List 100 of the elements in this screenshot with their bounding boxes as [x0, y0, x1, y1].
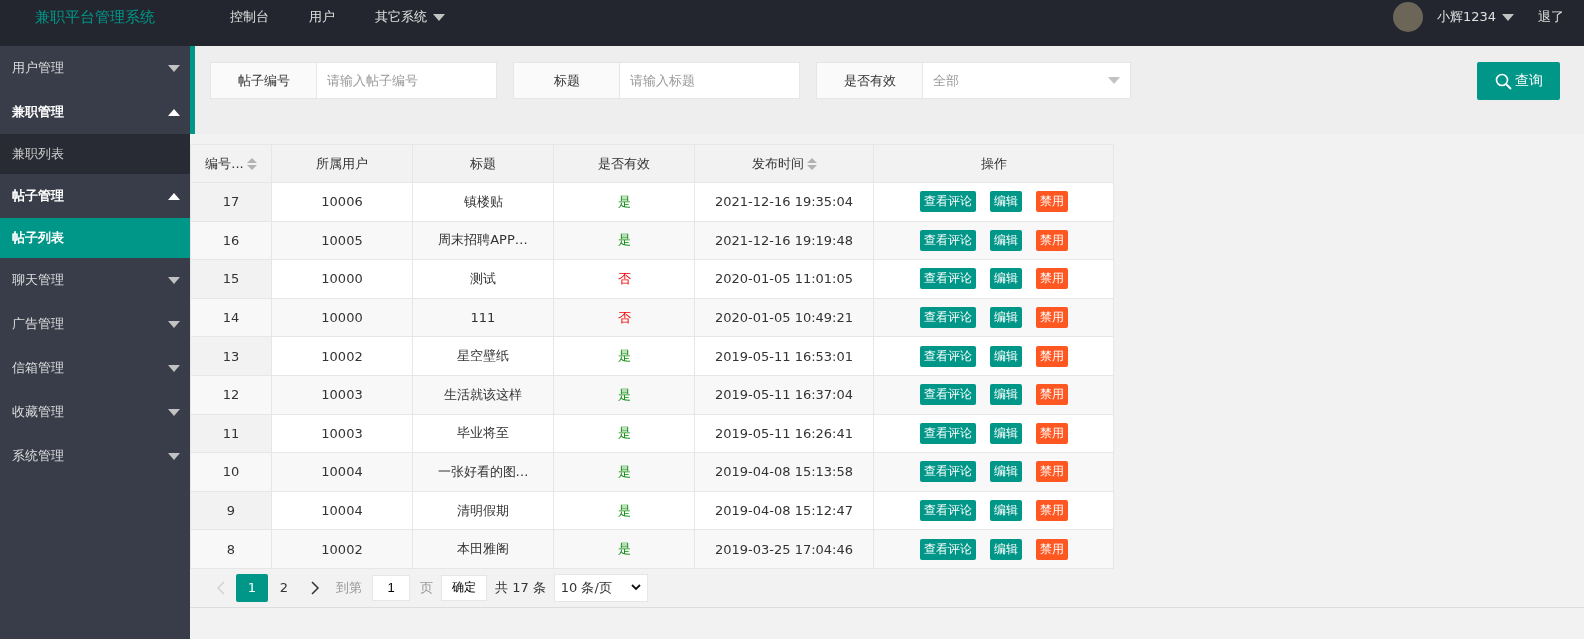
sidebar-group[interactable]: 系统管理: [0, 434, 190, 478]
avatar[interactable]: [1392, 2, 1423, 32]
column-header[interactable]: 操作: [873, 144, 1114, 183]
table-cell: 是: [553, 221, 695, 260]
action-button[interactable]: 编辑: [989, 538, 1022, 560]
action-button[interactable]: 编辑: [989, 268, 1022, 290]
nav-link[interactable]: 控制台: [210, 8, 289, 26]
table-cell: 镇楼贴: [412, 182, 554, 222]
action-button[interactable]: 查看评论: [919, 191, 976, 213]
action-button[interactable]: 禁用: [1035, 461, 1068, 483]
action-button[interactable]: 禁用: [1035, 500, 1068, 522]
sidebar-group[interactable]: 用户管理: [0, 46, 190, 90]
table-cell: 10002: [271, 529, 413, 569]
select-field[interactable]: 全部: [923, 62, 1131, 99]
table-cell: 清明假期: [412, 491, 554, 530]
next-page-icon[interactable]: [310, 580, 320, 595]
page-input[interactable]: 1: [372, 574, 410, 601]
column-header[interactable]: 是否有效: [553, 144, 695, 183]
table-cell: 否: [553, 259, 695, 299]
action-button[interactable]: 编辑: [989, 422, 1022, 444]
chevron-icon: [630, 584, 641, 592]
nav-link[interactable]: 其它系统: [355, 8, 465, 26]
table-cell: 是: [553, 529, 695, 569]
column-header[interactable]: 标题: [412, 144, 554, 183]
input-field[interactable]: 请输入标题: [620, 62, 800, 99]
sidebar-group[interactable]: 兼职管理: [0, 90, 190, 134]
action-button[interactable]: 查看评论: [919, 268, 976, 290]
sidebar-item[interactable]: 帖子列表: [0, 218, 190, 258]
table-cell: 2019-05-11 16:26:41: [694, 414, 874, 453]
sidebar-group[interactable]: 帖子管理: [0, 174, 190, 218]
action-button[interactable]: 禁用: [1035, 345, 1068, 367]
logout-link[interactable]: 退了: [1538, 8, 1564, 26]
page-button[interactable]: 1: [236, 573, 268, 602]
confirm-button[interactable]: 确定: [441, 574, 487, 601]
field-label: 是否有效: [816, 62, 923, 99]
sort-icon: [246, 157, 257, 170]
caret-icon: [168, 408, 180, 416]
table-cell: 16: [190, 221, 272, 260]
action-button[interactable]: 禁用: [1035, 538, 1068, 560]
goto-label: 到第: [336, 578, 362, 597]
table-cell: 否: [553, 298, 695, 337]
action-button[interactable]: 查看评论: [919, 345, 976, 367]
sidebar-group[interactable]: 收藏管理: [0, 390, 190, 434]
sidebar-item[interactable]: 兼职列表: [0, 134, 190, 174]
caret-icon: [168, 192, 180, 200]
action-button[interactable]: 编辑: [989, 461, 1022, 483]
search-button[interactable]: 查询: [1477, 62, 1560, 100]
sidebar-group[interactable]: 广告管理: [0, 302, 190, 346]
action-button[interactable]: 禁用: [1035, 191, 1068, 213]
table-cell: 10004: [271, 491, 413, 530]
field-label: 帖子编号: [210, 62, 317, 99]
column-header[interactable]: 所属用户: [271, 144, 413, 183]
caret-icon: [168, 276, 180, 284]
action-button[interactable]: 编辑: [989, 191, 1022, 213]
column-header[interactable]: 编号...: [190, 144, 272, 183]
action-button[interactable]: 查看评论: [919, 538, 976, 560]
caret-icon: [168, 108, 180, 116]
action-button[interactable]: 编辑: [989, 345, 1022, 367]
action-button[interactable]: 查看评论: [919, 500, 976, 522]
table-cell: 10005: [271, 221, 413, 260]
action-button[interactable]: 禁用: [1035, 422, 1068, 444]
action-button[interactable]: 查看评论: [919, 422, 976, 444]
table-cell: 是: [553, 491, 695, 530]
table-cell: 10000: [271, 298, 413, 337]
page-unit-label: 页: [420, 578, 433, 597]
action-button[interactable]: 查看评论: [919, 229, 976, 251]
table-cell: 生活就该这样: [412, 375, 554, 415]
action-button[interactable]: 查看评论: [919, 461, 976, 483]
action-button[interactable]: 禁用: [1035, 229, 1068, 251]
nav-link[interactable]: 用户: [289, 8, 355, 26]
table-cell: 是: [553, 375, 695, 415]
table-cell: 10003: [271, 375, 413, 415]
page-button[interactable]: 2: [268, 573, 300, 602]
table-cell: 10003: [271, 414, 413, 453]
column-header[interactable]: 发布时间: [694, 144, 874, 183]
table-cell: 13: [190, 336, 272, 376]
table-cell: 10002: [271, 336, 413, 376]
table-cell: 是: [553, 182, 695, 222]
action-button[interactable]: 编辑: [989, 229, 1022, 251]
sidebar-group[interactable]: 聊天管理: [0, 258, 190, 302]
field-label: 标题: [513, 62, 620, 99]
action-button[interactable]: 禁用: [1035, 268, 1068, 290]
caret-icon: [168, 320, 180, 328]
action-button[interactable]: 查看评论: [919, 384, 976, 406]
action-button[interactable]: 禁用: [1035, 307, 1068, 329]
table-cell: 10: [190, 452, 272, 492]
action-button[interactable]: 禁用: [1035, 384, 1068, 406]
page-size-select[interactable]: 10 条/页: [553, 573, 648, 602]
table-cell: 星空壁纸: [412, 336, 554, 376]
table-cell: 2019-04-08 15:12:47: [694, 491, 874, 530]
action-button[interactable]: 编辑: [989, 500, 1022, 522]
table-cell: 是: [553, 336, 695, 376]
user-menu[interactable]: 小辉1234: [1436, 8, 1514, 26]
action-button[interactable]: 查看评论: [919, 307, 976, 329]
sidebar-group[interactable]: 信箱管理: [0, 346, 190, 390]
action-button[interactable]: 编辑: [989, 307, 1022, 329]
caret-icon: [1502, 13, 1514, 21]
input-field[interactable]: 请输入帖子编号: [317, 62, 497, 99]
action-button[interactable]: 编辑: [989, 384, 1022, 406]
table-cell: 2020-01-05 10:49:21: [694, 298, 874, 337]
